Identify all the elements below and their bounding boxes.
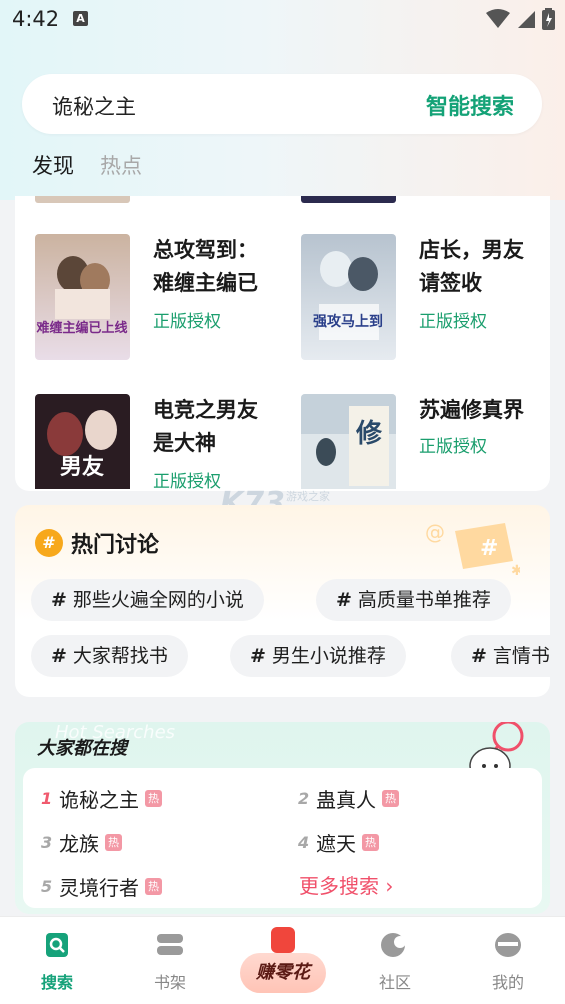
- search-term: 龙族: [59, 832, 99, 856]
- hot-badge: 热: [145, 790, 162, 807]
- book-item[interactable]: 难缠主编已上线 总攻驾到： 难缠主编已 正版授权: [35, 234, 295, 364]
- nav-label: 书架: [153, 973, 186, 992]
- search-term: 灵境行者: [59, 876, 139, 900]
- notification-icon: A: [73, 11, 88, 26]
- cover-text: 难缠主编已上线: [35, 320, 127, 336]
- red-envelope-icon: [271, 927, 295, 953]
- svg-text:@: @: [425, 520, 445, 544]
- search-term: 诡秘之主: [59, 788, 139, 812]
- hashtag-icon: #: [35, 529, 63, 557]
- discussion-title: 热门讨论: [71, 533, 160, 558]
- topic-chip[interactable]: # 那些火遍全网的小说: [31, 579, 264, 621]
- bookshelf-icon: [157, 934, 183, 955]
- book-title[interactable]: 电竞之男友 是大神: [153, 394, 288, 460]
- cover-text: 修: [355, 418, 383, 449]
- rank-number: 2: [298, 789, 310, 808]
- book-row-clipped: 男友 电竞之男友 是大神 正版授权 修 苏遍修真界 正版授权: [15, 394, 550, 489]
- hashtag-tag-icon: @ # ✱: [425, 517, 523, 581]
- cover-text: 男友: [60, 455, 104, 480]
- hot-badge: 热: [362, 834, 379, 851]
- hot-search-item[interactable]: 1 诡秘之主 热: [41, 784, 162, 813]
- nav-label: 我的: [491, 973, 524, 992]
- license-label: 正版授权: [419, 312, 487, 332]
- topic-chip[interactable]: # 大家帮找书: [31, 635, 188, 677]
- license-label: 正版授权: [153, 472, 221, 489]
- topic-chip[interactable]: # 言情书: [451, 635, 550, 677]
- book-item[interactable]: 男友 电竞之男友 是大神 正版授权: [35, 394, 295, 489]
- search-term: 蛊真人: [316, 788, 376, 812]
- cover-peek: [301, 196, 396, 203]
- nav-earn[interactable]: 赚零花: [240, 927, 326, 993]
- book-item[interactable]: 强攻马上到 店长，男友 请签收 正版授权: [301, 234, 550, 364]
- hot-search-item[interactable]: 3 龙族 热: [41, 828, 122, 857]
- discussion-header: # 热门讨论: [35, 527, 159, 559]
- status-bar: 4:42 A: [0, 0, 565, 40]
- everyone-search-card: Hot Searches 大家都在搜 1 诡秘之主 热 2 蛊真人 热 3 龙族…: [15, 722, 550, 914]
- book-title[interactable]: 总攻驾到： 难缠主编已: [153, 234, 288, 300]
- profile-icon: [495, 933, 521, 957]
- rank-number: 3: [41, 833, 53, 852]
- license-label: 正版授权: [419, 437, 487, 457]
- hot-badge: 热: [105, 834, 122, 851]
- book-list-card: 难缠主编已上线 总攻驾到： 难缠主编已 正版授权 强攻马上到 店长，男友 请签收 正…: [15, 196, 550, 491]
- book-cover[interactable]: 男友: [35, 394, 130, 489]
- nav-bookshelf[interactable]: 书架: [135, 931, 205, 993]
- hot-search-item[interactable]: 4 遮天 热: [298, 828, 379, 857]
- rank-number: 1: [41, 789, 53, 808]
- cover-text: 强攻马上到: [313, 313, 383, 330]
- battery-icon: [542, 8, 555, 30]
- hot-discussion-card: @ # ✱ # 热门讨论 # 那些火遍全网的小说 # 高质量书单推荐 # 大家帮找书 …: [15, 505, 550, 697]
- tab-hot[interactable]: 热点: [100, 150, 142, 180]
- more-searches-link[interactable]: 更多搜索 ›: [299, 870, 393, 899]
- search-list: 1 诡秘之主 热 2 蛊真人 热 3 龙族 热 4 遮天 热 5 灵境行者 热 …: [23, 768, 542, 908]
- tab-bar: 发现 热点: [32, 150, 142, 180]
- search-bar[interactable]: 诡秘之主 智能搜索: [22, 74, 542, 134]
- svg-text:#: #: [480, 536, 498, 561]
- hot-search-item[interactable]: 2 蛊真人 热: [298, 784, 399, 813]
- nav-profile[interactable]: 我的: [473, 931, 543, 993]
- hot-badge: 热: [145, 878, 162, 895]
- wifi-icon: [486, 9, 510, 28]
- book-cover[interactable]: 强攻马上到: [301, 234, 396, 360]
- status-time: 4:42: [12, 7, 60, 31]
- topic-chip[interactable]: # 男生小说推荐: [230, 635, 406, 677]
- hot-search-item[interactable]: 5 灵境行者 热: [41, 872, 162, 901]
- book-title[interactable]: 店长，男友 请签收: [419, 234, 550, 300]
- smart-search-button[interactable]: 智能搜索: [426, 89, 514, 121]
- community-icon: [381, 933, 406, 957]
- book-title[interactable]: 苏遍修真界: [419, 394, 550, 427]
- book-item[interactable]: 修 苏遍修真界 正版授权: [301, 394, 550, 489]
- everyone-search-title: 大家都在搜: [37, 738, 127, 759]
- nav-search[interactable]: 搜索: [22, 931, 92, 993]
- topic-chip[interactable]: # 高质量书单推荐: [316, 579, 511, 621]
- license-label: 正版授权: [153, 312, 221, 332]
- signal-icon: [518, 11, 535, 28]
- tab-discover[interactable]: 发现: [32, 150, 74, 180]
- rank-number: 4: [298, 833, 310, 852]
- svg-text:✱: ✱: [511, 563, 520, 577]
- hot-badge: 热: [382, 790, 399, 807]
- search-term: 遮天: [316, 832, 356, 856]
- search-book-icon: [46, 933, 68, 957]
- nav-label: 赚零花: [240, 953, 326, 993]
- book-cover[interactable]: 修: [301, 394, 396, 489]
- nav-label: 社区: [378, 973, 411, 992]
- search-input[interactable]: 诡秘之主: [52, 91, 136, 121]
- nav-community[interactable]: 社区: [360, 931, 430, 993]
- nav-label: 搜索: [40, 973, 73, 992]
- cover-peek: [35, 196, 130, 203]
- rank-number: 5: [41, 877, 53, 896]
- book-cover[interactable]: 难缠主编已上线: [35, 234, 130, 360]
- bottom-navigation: 搜索 书架 赚零花 社区 我的: [0, 916, 565, 1004]
